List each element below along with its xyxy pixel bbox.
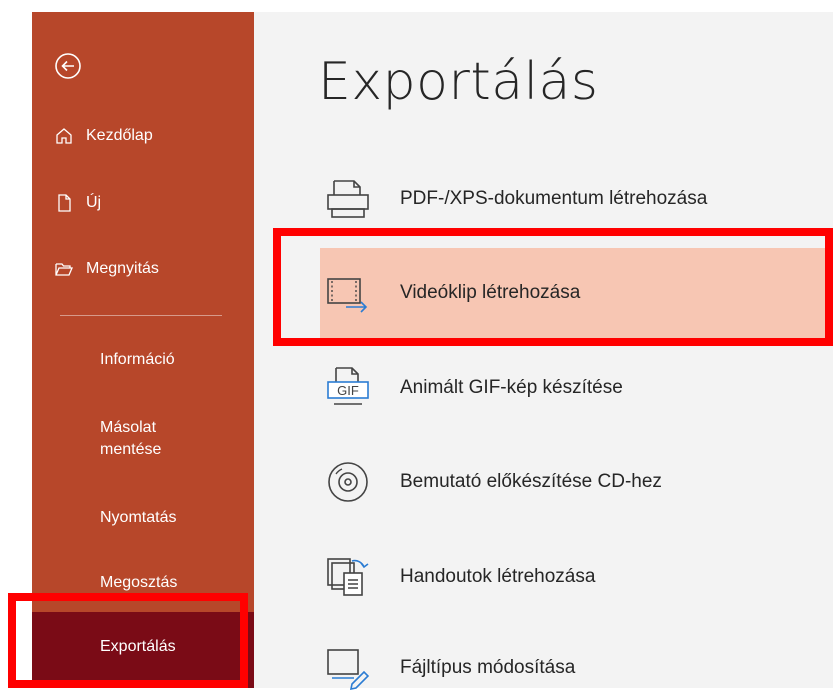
- video-icon: [320, 265, 376, 321]
- option-label: Bemutató előkészítése CD-hez: [400, 471, 662, 492]
- back-arrow-icon[interactable]: [54, 52, 82, 80]
- nav-item-print[interactable]: Nyomtatás: [100, 507, 176, 529]
- option-handouts[interactable]: Handoutok létrehozása: [320, 547, 830, 607]
- option-label: Fájltípus módosítása: [400, 657, 576, 678]
- nav-item-open[interactable]: Megnyitás: [32, 259, 254, 279]
- option-label: Animált GIF-kép készítése: [400, 377, 623, 398]
- nav-item-new[interactable]: Új: [32, 193, 254, 213]
- gif-icon: GIF: [320, 360, 376, 416]
- folder-open-icon: [54, 259, 74, 279]
- nav-item-export[interactable]: Exportálás: [32, 612, 254, 688]
- nav-item-label: Megnyitás: [86, 260, 159, 277]
- option-label: Handoutok létrehozása: [400, 566, 596, 587]
- export-pane: Exportálás PDF-/XPS-dokumentum létrehozá…: [254, 12, 833, 691]
- nav-item-label: Új: [86, 194, 102, 211]
- option-change-file-type[interactable]: Fájltípus módosítása: [320, 638, 830, 698]
- handouts-icon: [320, 549, 376, 605]
- nav-item-label: Exportálás: [100, 638, 176, 655]
- backstage-sidebar: Kezdőlap Új Megnyitás Információ Másolat…: [32, 12, 254, 688]
- nav-item-share[interactable]: Megosztás: [100, 572, 177, 594]
- home-icon: [54, 126, 74, 146]
- cd-icon: [320, 454, 376, 510]
- option-video[interactable]: Videóklip létrehozása: [320, 248, 830, 338]
- page-title: Exportálás: [318, 52, 599, 112]
- nav-item-save-copy[interactable]: Másolat mentése: [100, 417, 200, 461]
- nav-item-home[interactable]: Kezdőlap: [32, 126, 254, 146]
- option-cd[interactable]: Bemutató előkészítése CD-hez: [320, 452, 830, 512]
- pdf-xps-icon: [320, 171, 376, 227]
- nav-item-info[interactable]: Információ: [100, 349, 175, 371]
- left-margin: [0, 0, 32, 688]
- gif-icon-label: GIF: [337, 383, 359, 398]
- nav-item-label: Kezdőlap: [86, 127, 153, 144]
- option-pdf-xps[interactable]: PDF-/XPS-dokumentum létrehozása: [320, 164, 830, 234]
- option-label: PDF-/XPS-dokumentum létrehozása: [400, 188, 708, 209]
- option-label: Videóklip létrehozása: [400, 282, 581, 303]
- top-margin: [0, 0, 833, 12]
- new-document-icon: [54, 193, 74, 213]
- sidebar-divider: [60, 315, 222, 316]
- option-gif[interactable]: GIF Animált GIF-kép készítése: [320, 358, 830, 418]
